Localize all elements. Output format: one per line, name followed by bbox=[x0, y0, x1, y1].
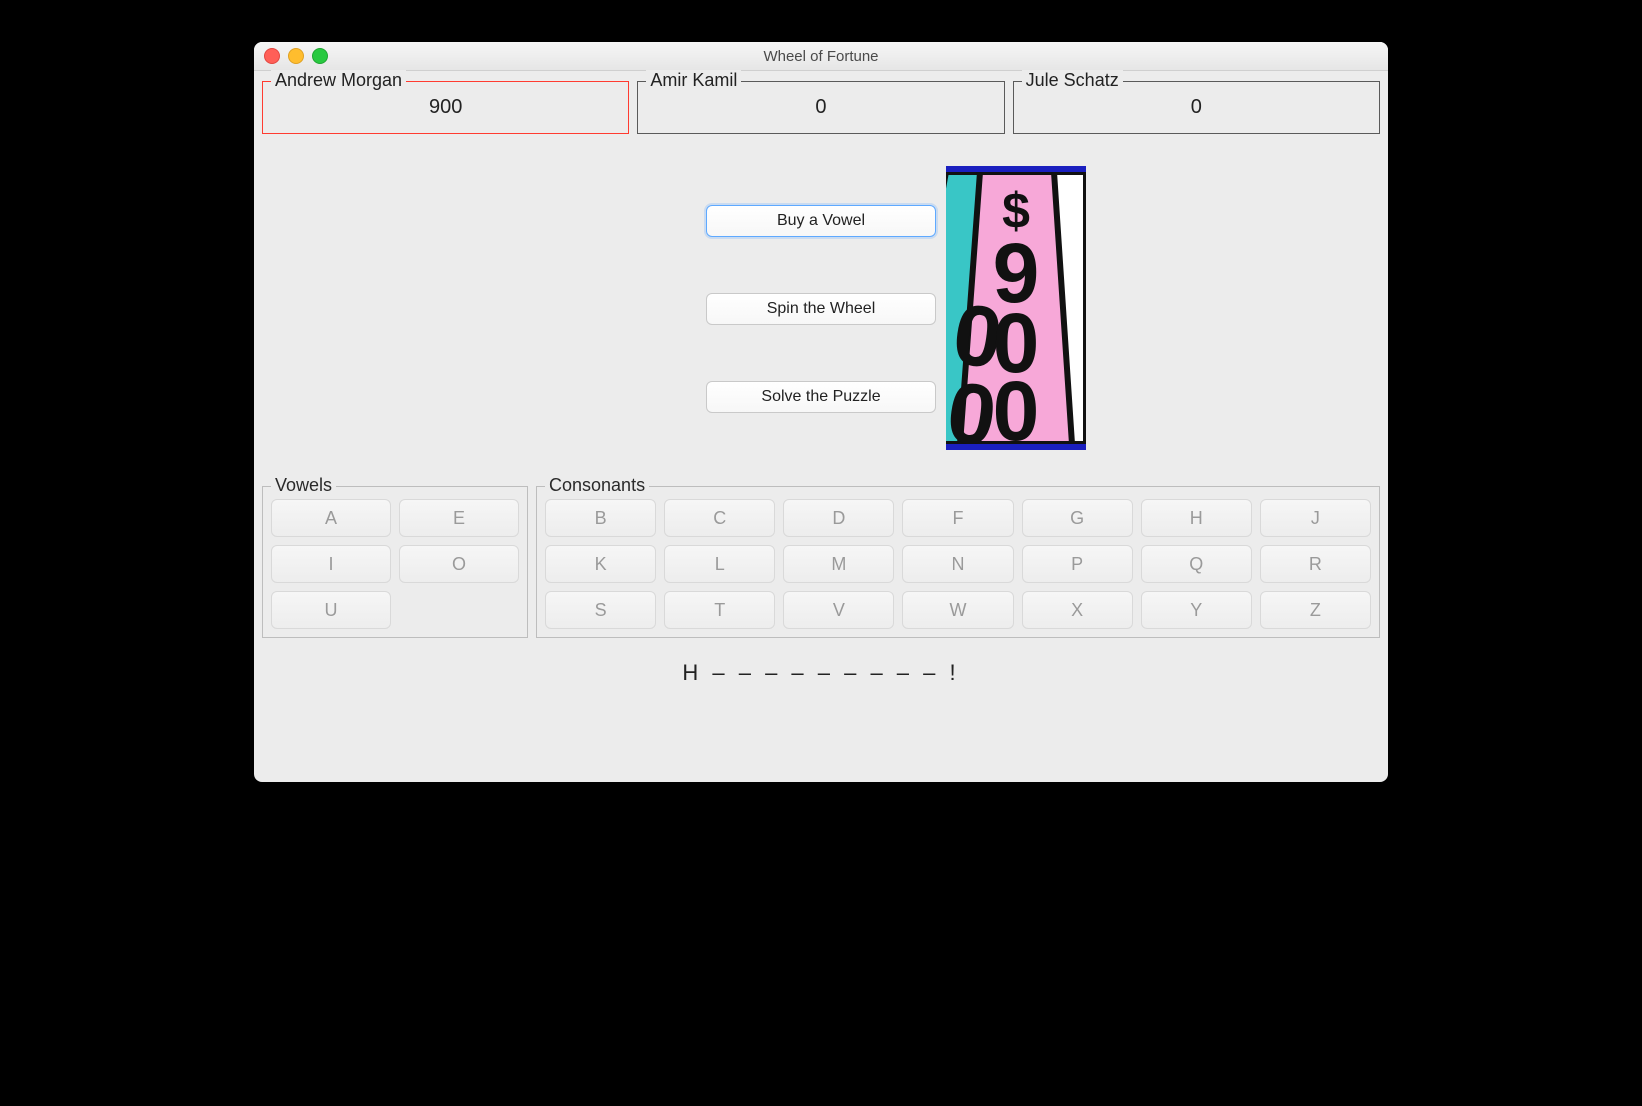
vowels-group: Vowels A E I O U bbox=[262, 486, 528, 638]
consonant-keys: B C D F G H J K L M N P Q R S T V bbox=[545, 499, 1371, 629]
player-name: Jule Schatz bbox=[1022, 70, 1123, 91]
player-card-3: Jule Schatz 0 bbox=[1013, 81, 1380, 134]
player-name: Amir Kamil bbox=[646, 70, 741, 91]
key-w[interactable]: W bbox=[902, 591, 1013, 629]
key-t[interactable]: T bbox=[664, 591, 775, 629]
key-d[interactable]: D bbox=[783, 499, 894, 537]
content-area: Andrew Morgan 900 Amir Kamil 0 Jule Scha… bbox=[254, 71, 1388, 782]
players-row: Andrew Morgan 900 Amir Kamil 0 Jule Scha… bbox=[262, 81, 1380, 134]
key-q[interactable]: Q bbox=[1141, 545, 1252, 583]
key-r[interactable]: R bbox=[1260, 545, 1371, 583]
player-score: 900 bbox=[429, 96, 462, 118]
key-s[interactable]: S bbox=[545, 591, 656, 629]
key-g[interactable]: G bbox=[1022, 499, 1133, 537]
puzzle-text: H – – – – – – – – – ! bbox=[262, 660, 1380, 686]
key-n[interactable]: N bbox=[902, 545, 1013, 583]
consonants-group: Consonants B C D F G H J K L M N P Q R S bbox=[536, 486, 1380, 638]
vowel-keys: A E I O U bbox=[271, 499, 519, 629]
titlebar: Wheel of Fortune bbox=[254, 42, 1388, 71]
key-v[interactable]: V bbox=[783, 591, 894, 629]
key-c[interactable]: C bbox=[664, 499, 775, 537]
buy-vowel-button[interactable]: Buy a Vowel bbox=[706, 205, 936, 237]
key-j[interactable]: J bbox=[1260, 499, 1371, 537]
window-title: Wheel of Fortune bbox=[254, 48, 1388, 65]
key-o[interactable]: O bbox=[399, 545, 519, 583]
key-k[interactable]: K bbox=[545, 545, 656, 583]
spin-wheel-button[interactable]: Spin the Wheel bbox=[706, 293, 936, 325]
key-x[interactable]: X bbox=[1022, 591, 1133, 629]
consonants-label: Consonants bbox=[545, 475, 649, 496]
player-card-2: Amir Kamil 0 bbox=[637, 81, 1004, 134]
key-f[interactable]: F bbox=[902, 499, 1013, 537]
key-e[interactable]: E bbox=[399, 499, 519, 537]
player-name: Andrew Morgan bbox=[271, 70, 406, 91]
action-buttons: Buy a Vowel Spin the Wheel Solve the Puz… bbox=[556, 166, 936, 446]
key-m[interactable]: M bbox=[783, 545, 894, 583]
actions-and-wheel: Buy a Vowel Spin the Wheel Solve the Puz… bbox=[262, 166, 1380, 446]
player-score: 0 bbox=[1191, 96, 1202, 118]
wheel-image: 0 0 $ 9 0 0 bbox=[946, 166, 1086, 450]
key-z[interactable]: Z bbox=[1260, 591, 1371, 629]
letters-row: Vowels A E I O U Consonants B C D F G H bbox=[262, 486, 1380, 638]
app-window: Wheel of Fortune Andrew Morgan 900 Amir … bbox=[254, 42, 1388, 782]
key-i[interactable]: I bbox=[271, 545, 391, 583]
key-u[interactable]: U bbox=[271, 591, 391, 629]
key-b[interactable]: B bbox=[545, 499, 656, 537]
key-h[interactable]: H bbox=[1141, 499, 1252, 537]
vowels-label: Vowels bbox=[271, 475, 336, 496]
player-score: 0 bbox=[815, 96, 826, 118]
svg-text:0: 0 bbox=[993, 364, 1040, 444]
player-card-1: Andrew Morgan 900 bbox=[262, 81, 629, 134]
key-l[interactable]: L bbox=[664, 545, 775, 583]
key-y[interactable]: Y bbox=[1141, 591, 1252, 629]
key-a[interactable]: A bbox=[271, 499, 391, 537]
solve-button[interactable]: Solve the Puzzle bbox=[706, 381, 936, 413]
key-p[interactable]: P bbox=[1022, 545, 1133, 583]
